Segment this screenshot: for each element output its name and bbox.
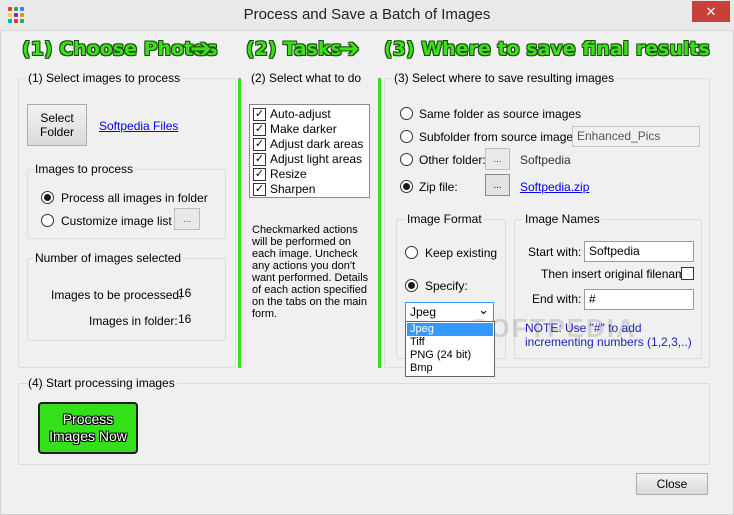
zip-file-label: Zip file:	[419, 180, 458, 194]
start-with-label: Start with:	[528, 245, 582, 259]
customize-list-label: Customize image list	[61, 214, 172, 228]
banner-step1: (1) Choose Photos	[22, 38, 218, 60]
subfolder-label: Subfolder from source images:	[419, 130, 583, 144]
other-folder-radio[interactable]	[400, 153, 413, 166]
close-button[interactable]: Close	[636, 473, 708, 495]
window-title: Process and Save a Batch of Images	[243, 6, 491, 23]
banner-step2: (2) Tasks	[246, 38, 342, 60]
customize-list-browse-button[interactable]: ...	[174, 208, 200, 230]
images-to-process-legend: Images to process	[33, 162, 136, 176]
task-label: Resize	[270, 167, 307, 181]
subfolder-radio[interactable]	[400, 130, 413, 143]
process-all-radio[interactable]	[41, 191, 54, 204]
format-option[interactable]: Bmp	[407, 362, 493, 375]
keep-format-radio[interactable]	[405, 246, 418, 259]
select-images-legend: (1) Select images to process	[26, 71, 183, 85]
zip-file-link[interactable]: Softpedia.zip	[520, 180, 589, 194]
task-checkbox[interactable]: ✓	[253, 168, 266, 181]
customize-list-radio[interactable]	[41, 214, 54, 227]
same-folder-radio[interactable]	[400, 107, 413, 120]
in-folder-value: 16	[178, 312, 192, 326]
to-process-value: 16	[178, 286, 192, 300]
process-all-label: Process all images in folder	[61, 191, 208, 205]
zip-file-browse-button[interactable]: ...	[485, 174, 510, 196]
section-divider	[238, 78, 241, 368]
banner-step3: (3) Where to save final results	[384, 38, 710, 60]
end-with-label: End with:	[532, 292, 582, 306]
task-checkbox[interactable]: ✓	[253, 153, 266, 166]
title-bar: Process and Save a Batch of Images ✕	[0, 0, 734, 31]
task-label: Make darker	[270, 122, 337, 136]
specify-format-label: Specify:	[425, 279, 468, 293]
tasks-help-text: Checkmarked actions will be performed on…	[252, 224, 369, 320]
tasks-legend: (2) Select what to do	[249, 71, 364, 85]
insert-filename-checkbox[interactable]	[681, 267, 694, 280]
insert-filename-label: Then insert original filename	[541, 267, 692, 281]
format-option[interactable]: PNG (24 bit)	[407, 349, 493, 362]
to-process-label: Images to be processed:	[51, 288, 183, 302]
window-close-button[interactable]: ✕	[692, 1, 730, 22]
task-checkbox[interactable]: ✓	[253, 138, 266, 151]
end-with-input[interactable]: #	[584, 289, 694, 310]
section-divider	[378, 78, 381, 368]
specify-format-radio[interactable]	[405, 279, 418, 292]
task-label: Auto-adjust	[270, 107, 331, 121]
format-dropdown-list[interactable]: Jpeg Tiff PNG (24 bit) Bmp	[405, 321, 495, 377]
select-folder-button[interactable]: Select Folder	[27, 104, 87, 146]
arrow-right-icon: ➔	[190, 34, 212, 64]
task-checklist[interactable]: ✓ Auto-adjust ✓ Make darker ✓ Adjust dar…	[249, 104, 370, 198]
task-label: Sharpen	[270, 182, 316, 196]
other-folder-value: Softpedia	[520, 153, 571, 167]
in-folder-label: Images in folder:	[89, 314, 178, 328]
watermark: SOFTPEDIA	[470, 313, 637, 343]
task-label: Adjust light areas	[270, 152, 363, 166]
start-processing-legend: (4) Start processing images	[26, 376, 177, 390]
arrow-right-icon: ➔	[338, 34, 360, 64]
start-with-input[interactable]: Softpedia	[584, 241, 694, 262]
task-label: Adjust dark areas	[270, 137, 364, 151]
image-format-legend: Image Format	[405, 212, 484, 226]
save-location-legend: (3) Select where to save resulting image…	[392, 71, 617, 85]
other-folder-label: Other folder:	[419, 153, 486, 167]
task-checkbox[interactable]: ✓	[253, 183, 266, 196]
process-images-button[interactable]: Process Images Now	[38, 402, 138, 454]
subfolder-input[interactable]: Enhanced_Pics	[572, 126, 700, 147]
keep-format-label: Keep existing	[425, 246, 498, 260]
folder-link[interactable]: Softpedia Files	[99, 119, 178, 133]
zip-file-radio[interactable]	[400, 180, 413, 193]
format-option[interactable]: Tiff	[407, 336, 493, 349]
format-selected-value: Jpeg	[410, 305, 437, 319]
other-folder-browse-button[interactable]: ...	[485, 148, 510, 170]
image-names-legend: Image Names	[523, 212, 602, 226]
task-checkbox[interactable]: ✓	[253, 108, 266, 121]
image-count-legend: Number of images selected	[33, 251, 184, 265]
same-folder-label: Same folder as source images	[419, 107, 582, 121]
format-option[interactable]: Jpeg	[407, 323, 493, 336]
task-checkbox[interactable]: ✓	[253, 123, 266, 136]
